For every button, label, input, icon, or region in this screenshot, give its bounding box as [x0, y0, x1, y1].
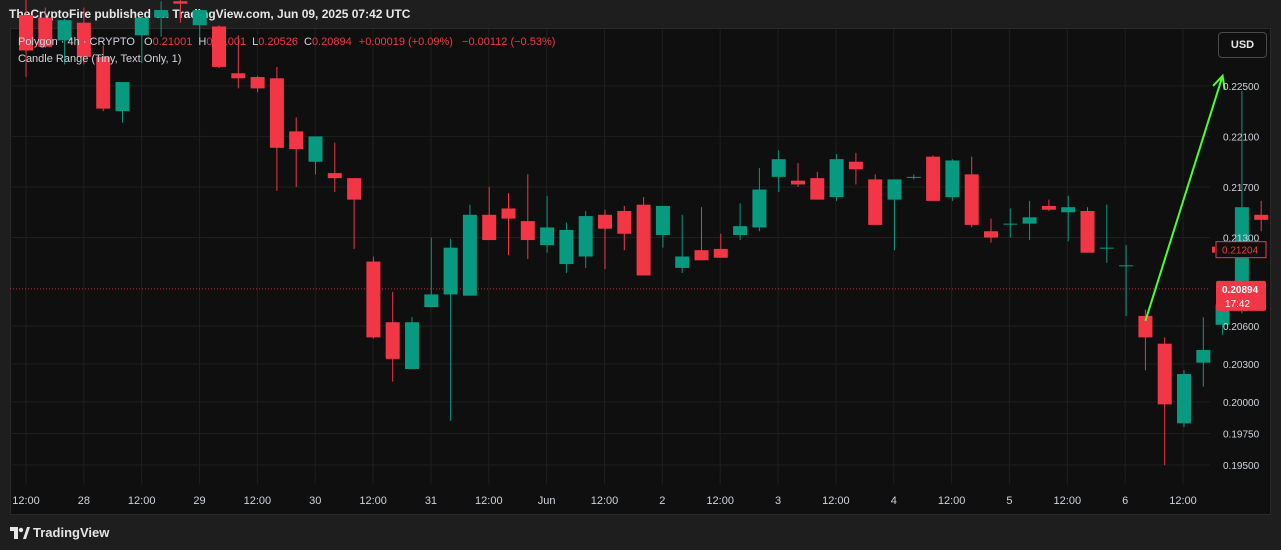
chart-area[interactable] — [10, 28, 1271, 515]
legend: Polygon · 4h · CRYPTO O0.21001 H0.21001 L0… — [18, 34, 555, 68]
brand-name: TradingView — [33, 525, 110, 540]
legend-ohlc: O0.21001 H0.21001 L0.20526 C0.20894 — [138, 36, 352, 48]
legend-row-ohlc: Polygon · 4h · CRYPTO O0.21001 H0.21001 L0… — [18, 34, 555, 51]
legend-h-value: 0.21001 — [206, 36, 247, 48]
legend-o-value: 0.21001 — [152, 36, 193, 48]
footer: TradingView — [0, 517, 1281, 550]
legend-change-2: −0.00112 (−0.53%) — [462, 36, 556, 48]
legend-change: +0.00019 (+0.09%) — [358, 36, 453, 48]
legend-l-value: 0.20526 — [258, 36, 298, 48]
indicator-label[interactable]: Candle Range (Tiny, Text Only, 1) — [18, 51, 555, 68]
header-bar: TheCryptoFire published on TradingView.c… — [0, 0, 1281, 28]
currency-button[interactable]: USD — [1218, 32, 1267, 58]
legend-symbol[interactable]: Polygon · 4h · CRYPTO — [18, 36, 135, 48]
legend-c-key: C — [303, 36, 312, 48]
legend-o-key: O — [144, 36, 153, 48]
publisher-text: TheCryptoFire published on TradingView.c… — [9, 7, 411, 21]
tradingview-logo-icon — [10, 527, 30, 539]
legend-c-value: 0.20894 — [311, 36, 352, 48]
